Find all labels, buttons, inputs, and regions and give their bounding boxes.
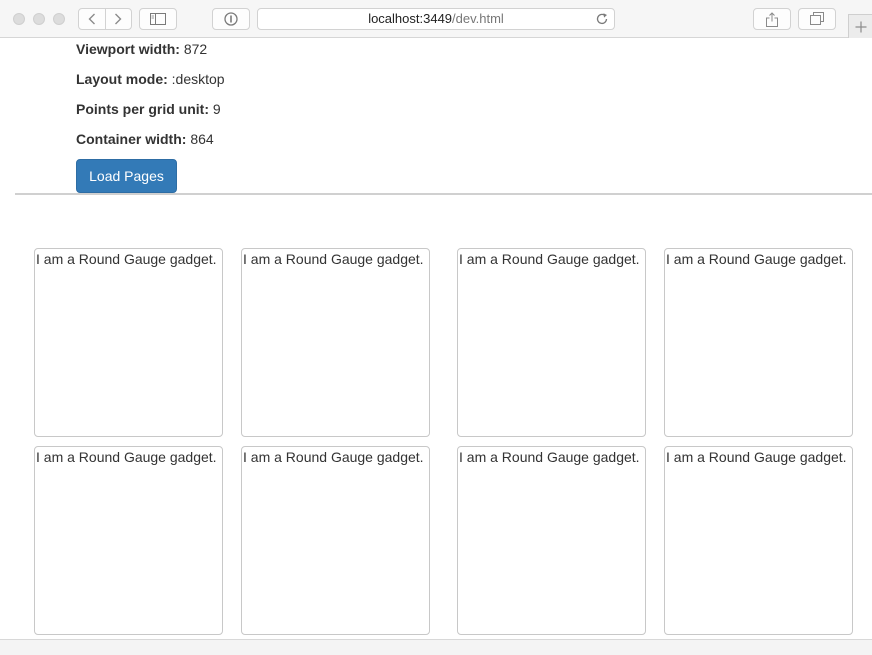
points-per-grid-label: Points per grid unit: bbox=[76, 101, 209, 117]
gadget-text: I am a Round Gauge gadget. bbox=[459, 251, 640, 267]
forward-button[interactable] bbox=[104, 9, 132, 29]
sidebar-icon bbox=[150, 13, 166, 25]
container-width-label: Container width: bbox=[76, 131, 187, 147]
window-bottom-edge bbox=[0, 639, 872, 655]
container-width-value: 864 bbox=[190, 131, 214, 147]
close-window-button[interactable] bbox=[13, 13, 25, 25]
share-button[interactable] bbox=[753, 8, 791, 30]
container-width-line: Container width: 864 bbox=[76, 129, 214, 149]
viewport-width-line: Viewport width: 872 bbox=[76, 39, 207, 59]
layout-mode-value: :desktop bbox=[171, 71, 225, 87]
url-path: /dev.html bbox=[452, 11, 504, 26]
browser-toolbar: localhost:3449/dev.html bbox=[0, 0, 872, 38]
minimize-window-button[interactable] bbox=[33, 13, 45, 25]
points-per-grid-line: Points per grid unit: 9 bbox=[76, 99, 221, 119]
tabs-icon bbox=[810, 12, 824, 25]
gadget-text: I am a Round Gauge gadget. bbox=[666, 449, 847, 465]
url-host: localhost:3449 bbox=[368, 11, 453, 26]
history-nav bbox=[78, 8, 132, 30]
layout-mode-label: Layout mode: bbox=[76, 71, 168, 87]
chevron-left-icon bbox=[88, 13, 95, 25]
round-gauge-gadget[interactable]: I am a Round Gauge gadget. bbox=[34, 248, 223, 437]
round-gauge-gadget[interactable]: I am a Round Gauge gadget. bbox=[457, 446, 646, 635]
load-pages-button[interactable]: Load Pages bbox=[76, 159, 177, 193]
round-gauge-gadget[interactable]: I am a Round Gauge gadget. bbox=[34, 446, 223, 635]
round-gauge-gadget[interactable]: I am a Round Gauge gadget. bbox=[241, 248, 430, 437]
gadget-text: I am a Round Gauge gadget. bbox=[36, 449, 217, 465]
privacy-report-button[interactable] bbox=[212, 8, 250, 30]
round-gauge-gadget[interactable]: I am a Round Gauge gadget. bbox=[664, 248, 853, 437]
round-gauge-gadget[interactable]: I am a Round Gauge gadget. bbox=[241, 446, 430, 635]
layout-mode-line: Layout mode: :desktop bbox=[76, 69, 225, 89]
new-tab-button[interactable] bbox=[848, 14, 872, 38]
plus-icon bbox=[855, 21, 866, 32]
zoom-window-button[interactable] bbox=[53, 13, 65, 25]
tabs-overview-button[interactable] bbox=[798, 8, 836, 30]
gadget-text: I am a Round Gauge gadget. bbox=[666, 251, 847, 267]
divider bbox=[15, 193, 872, 195]
round-gauge-gadget[interactable]: I am a Round Gauge gadget. bbox=[457, 248, 646, 437]
info-circle-icon bbox=[224, 12, 238, 26]
gadget-text: I am a Round Gauge gadget. bbox=[243, 251, 424, 267]
address-bar[interactable]: localhost:3449/dev.html bbox=[257, 8, 615, 30]
gadget-text: I am a Round Gauge gadget. bbox=[243, 449, 424, 465]
viewport-width-label: Viewport width: bbox=[76, 41, 180, 57]
chevron-right-icon bbox=[115, 13, 122, 25]
sidebar-toggle-button[interactable] bbox=[139, 8, 177, 30]
back-button[interactable] bbox=[79, 9, 105, 29]
reload-icon[interactable] bbox=[595, 12, 609, 26]
points-per-grid-value: 9 bbox=[212, 101, 221, 117]
viewport-width-value: 872 bbox=[183, 41, 208, 57]
gadget-text: I am a Round Gauge gadget. bbox=[459, 449, 640, 465]
gadget-text: I am a Round Gauge gadget. bbox=[36, 251, 217, 267]
round-gauge-gadget[interactable]: I am a Round Gauge gadget. bbox=[664, 446, 853, 635]
share-icon bbox=[766, 11, 778, 27]
